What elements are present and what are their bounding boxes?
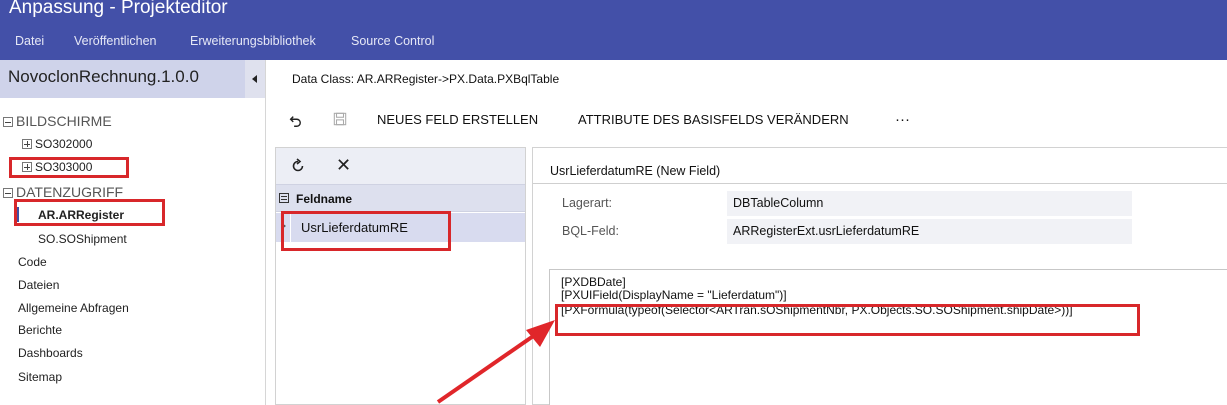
tree-section-screens[interactable]: BILDSCHIRME [3, 113, 112, 129]
bql-field-value: ARRegisterExt.usrLieferdatumRE [727, 219, 1132, 244]
project-editor-window: Anpassung - Projekteditor Datei Veröffen… [0, 0, 1227, 405]
project-title-bar: NovoclonRechnung.1.0.0 [0, 60, 245, 98]
field-details-title: UsrLieferdatumRE (New Field) [550, 164, 721, 178]
change-base-attributes-button[interactable]: ATTRIBUTE DES BASISFELDS VERÄNDERN [578, 105, 849, 135]
tree-item-sitemap[interactable]: Sitemap [18, 370, 62, 384]
field-details-panel: UsrLieferdatumRE (New Field) Lagerart: D… [532, 147, 1227, 405]
tree-item-dashboards[interactable]: Dashboards [18, 346, 83, 360]
app-header: Anpassung - Projekteditor Datei Veröffen… [0, 0, 1227, 60]
tree-item-berichte[interactable]: Berichte [18, 323, 62, 337]
highlight-ar-arregister [14, 199, 165, 226]
menu-source-control[interactable]: Source Control [351, 33, 434, 49]
collapse-minus-icon[interactable] [3, 188, 13, 198]
main-toolbar: NEUES FELD ERSTELLEN ATTRIBUTE DES BASIS… [275, 105, 1225, 135]
menu-veroeffentlichen[interactable]: Veröffentlichen [74, 33, 156, 49]
tree-section-data-access[interactable]: DATENZUGRIFF [3, 184, 123, 200]
fields-toolbar: ✕ [276, 148, 525, 184]
storage-type-value: DBTableColumn [727, 191, 1132, 216]
refresh-icon[interactable] [290, 158, 306, 174]
code-line: [PXUIField(DisplayName = "Lieferdatum")] [561, 288, 787, 302]
more-options-button[interactable]: ··· [895, 105, 910, 135]
tree-item-code[interactable]: Code [18, 255, 47, 269]
menu-datei[interactable]: Datei [15, 33, 44, 49]
menu-erweiterungsbibliothek[interactable]: Erweiterungsbibliothek [190, 33, 316, 49]
column-header-feldname[interactable]: Feldname [296, 192, 352, 206]
tree-item-dateien[interactable]: Dateien [18, 278, 59, 292]
attributes-code-editor[interactable]: [PXDBDate] [PXUIField(DisplayName = "Lie… [549, 269, 1227, 405]
storage-type-label: Lagerart: [562, 196, 613, 210]
data-class-label: Data Class: AR.ARRegister->PX.Data.PXBql… [292, 72, 560, 86]
project-sidebar: NovoclonRechnung.1.0.0 BILDSCHIRME SO302… [0, 60, 266, 405]
tree-section-label: BILDSCHIRME [16, 113, 112, 129]
expand-plus-icon[interactable] [22, 139, 32, 149]
undo-icon[interactable] [288, 114, 302, 128]
save-icon[interactable] [333, 112, 347, 126]
tree-item-allgemeine-abfragen[interactable]: Allgemeine Abfragen [18, 301, 129, 315]
highlight-formula-line [555, 304, 1140, 336]
tree-item-label: SO302000 [35, 137, 93, 151]
highlight-so303000 [9, 157, 129, 178]
collapse-sidebar-button[interactable] [245, 60, 265, 98]
collapse-left-icon [252, 75, 257, 83]
grid-settings-icon[interactable] [279, 193, 289, 203]
highlight-field-row [281, 211, 451, 251]
app-title: Anpassung - Projekteditor [9, 0, 228, 18]
fields-panel: ✕ Feldname UsrLieferdatumRE [275, 147, 526, 405]
tree-item-so-soshipment[interactable]: SO.SOShipment [38, 232, 127, 246]
bql-field-label: BQL-Feld: [562, 224, 619, 238]
new-field-button[interactable]: NEUES FELD ERSTELLEN [377, 105, 538, 135]
tree-section-label: DATENZUGRIFF [16, 184, 124, 200]
close-icon[interactable]: ✕ [336, 154, 351, 176]
fields-grid-header: Feldname [276, 184, 525, 212]
tree-item-so302000[interactable]: SO302000 [22, 137, 92, 151]
project-name: NovoclonRechnung.1.0.0 [8, 67, 199, 86]
collapse-minus-icon[interactable] [3, 117, 13, 127]
